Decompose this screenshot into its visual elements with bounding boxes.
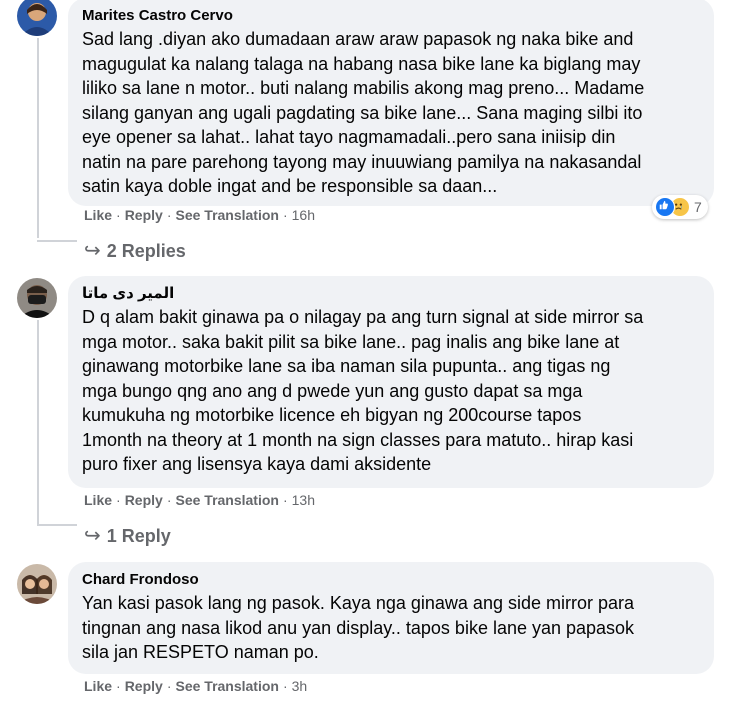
comment-bubble: Marites Castro Cervo Sad lang .diyan ako…: [68, 0, 714, 206]
thread-line: [37, 320, 39, 525]
comment-author[interactable]: Marites Castro Cervo: [82, 6, 700, 25]
comment-text: D q alam bakit ginawa pa o nilagay pa an…: [82, 307, 644, 474]
comment-text: Yan kasi pasok lang ng pasok. Kaya nga g…: [82, 593, 635, 662]
comment-actions: Like · Reply · See Translation · 3h: [84, 678, 308, 694]
see-translation-button[interactable]: See Translation: [175, 492, 278, 508]
reaction-count: 7: [694, 199, 702, 215]
comment-author[interactable]: Chard Frondoso: [82, 570, 700, 589]
thread-line: [37, 524, 77, 526]
reply-button[interactable]: Reply: [125, 678, 163, 694]
avatar[interactable]: [17, 278, 57, 318]
view-replies-button[interactable]: ↪ 1 Reply: [84, 523, 171, 548]
comment-timestamp[interactable]: 16h: [292, 207, 315, 223]
reply-arrow-icon: ↪: [84, 525, 101, 547]
comment-text: Sad lang .diyan ako dumadaan araw araw p…: [82, 29, 645, 196]
avatar[interactable]: [17, 0, 57, 36]
reply-button[interactable]: Reply: [125, 207, 163, 223]
comment-actions: Like · Reply · See Translation · 13h: [84, 492, 315, 508]
comment-timestamp[interactable]: 3h: [292, 678, 308, 694]
like-reaction-icon: [655, 197, 675, 217]
thread-line: [37, 38, 39, 238]
see-translation-button[interactable]: See Translation: [175, 678, 278, 694]
comment-author[interactable]: المير دی ماتا: [82, 284, 700, 303]
reaction-summary[interactable]: 7: [652, 195, 708, 219]
reply-arrow-icon: ↪: [84, 240, 101, 262]
comment-bubble: المير دی ماتا D q alam bakit ginawa pa o…: [68, 276, 714, 488]
replies-count-label: 2 Replies: [106, 241, 186, 261]
comment-bubble: Chard Frondoso Yan kasi pasok lang ng pa…: [68, 562, 714, 674]
view-replies-button[interactable]: ↪ 2 Replies: [84, 238, 186, 263]
comment-timestamp[interactable]: 13h: [292, 492, 315, 508]
avatar[interactable]: [17, 564, 57, 604]
like-button[interactable]: Like: [84, 207, 112, 223]
see-translation-button[interactable]: See Translation: [175, 207, 278, 223]
comment-actions: Like · Reply · See Translation · 16h: [84, 207, 315, 223]
reply-button[interactable]: Reply: [125, 492, 163, 508]
like-button[interactable]: Like: [84, 492, 112, 508]
thread-line: [37, 240, 77, 242]
like-button[interactable]: Like: [84, 678, 112, 694]
replies-count-label: 1 Reply: [106, 526, 171, 546]
